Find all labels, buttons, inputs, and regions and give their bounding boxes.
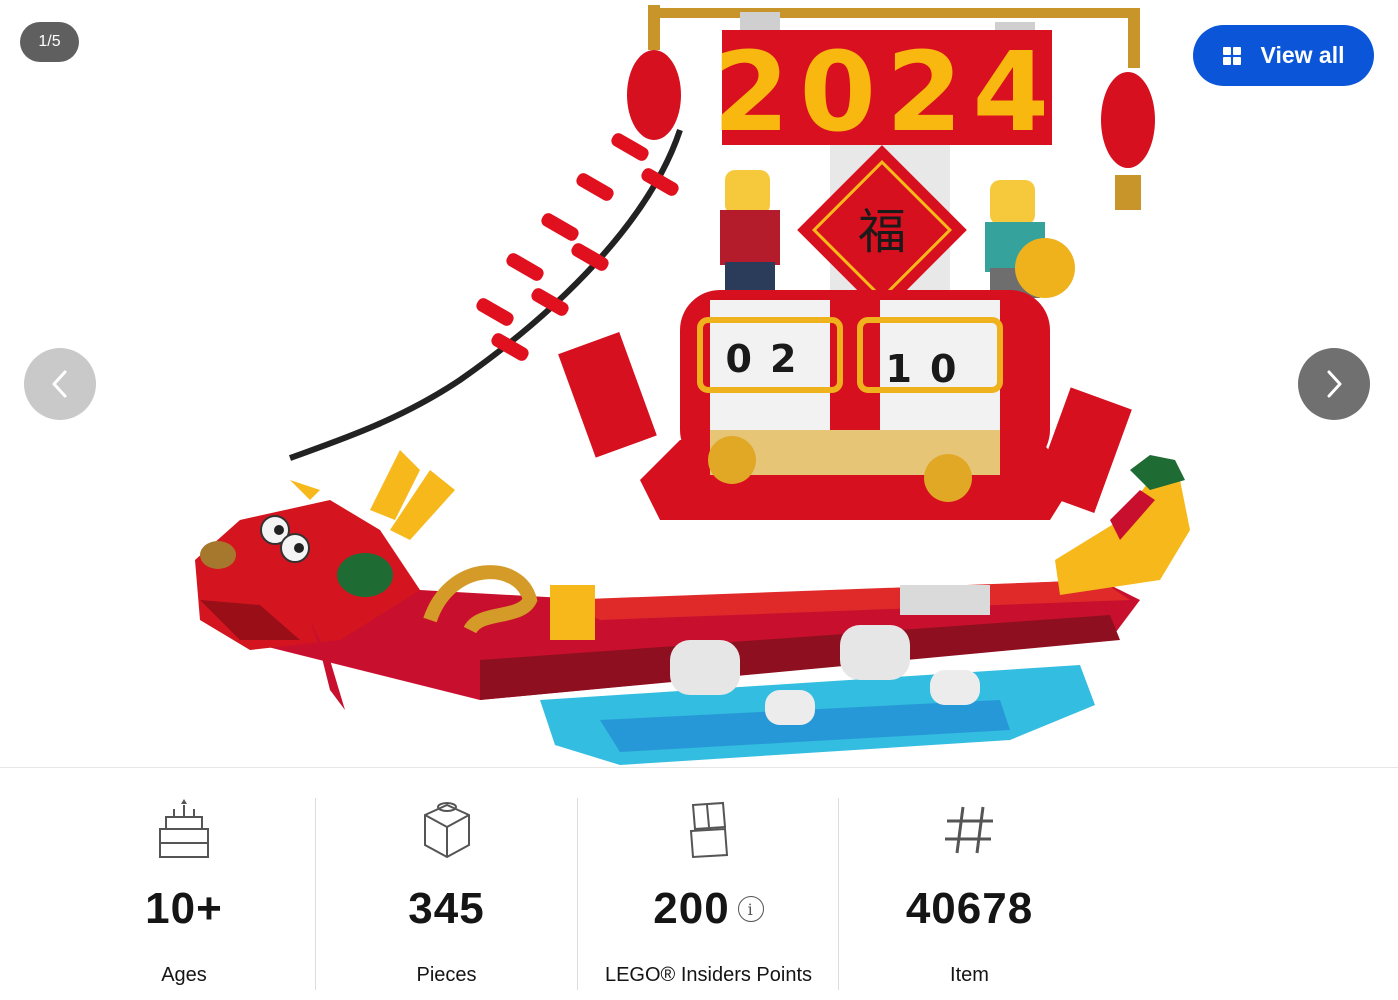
- view-all-button[interactable]: View all: [1193, 25, 1374, 86]
- product-image[interactable]: 2024 福 02 10: [0, 0, 1398, 768]
- next-image-button[interactable]: [1298, 348, 1370, 420]
- chevron-left-icon: [52, 370, 67, 398]
- chevron-right-icon: [1327, 370, 1342, 398]
- image-counter: 1/5: [20, 22, 79, 62]
- product-specs: 10+ Ages 345 Pieces 200 i LEGO® Insiders…: [0, 768, 1398, 1000]
- insiders-points-value: 200 i: [653, 884, 764, 934]
- spec-ages: 10+ Ages: [53, 798, 315, 990]
- view-all-label: View all: [1260, 42, 1345, 68]
- pieces-label: Pieces: [416, 964, 477, 986]
- item-value: 40678: [905, 884, 1034, 933]
- drum-right-digits: 10: [886, 347, 975, 391]
- product-image-gallery: 2024 福 02 10 1/5 View all: [0, 0, 1398, 768]
- drum-left-digits: 02: [726, 337, 815, 381]
- spec-pieces: 345 Pieces: [315, 798, 577, 990]
- insiders-points-label: LEGO® Insiders Points: [604, 964, 813, 986]
- grid-icon: [1222, 46, 1241, 65]
- cake-icon: [152, 798, 216, 862]
- ages-label: Ages: [161, 964, 207, 986]
- fu-character: 福: [858, 204, 906, 260]
- spec-item: 40678 Item: [838, 798, 1100, 990]
- hash-icon: [938, 798, 1002, 862]
- item-label: Item: [950, 964, 989, 986]
- info-icon[interactable]: i: [737, 896, 764, 922]
- ages-value: 10+: [145, 884, 223, 933]
- points-number: 200: [653, 884, 730, 933]
- brick-icon: [415, 798, 479, 862]
- insiders-icon: [677, 798, 741, 862]
- spec-insiders-points: 200 i LEGO® Insiders Points: [577, 798, 839, 990]
- banner-2024: 2024: [713, 28, 1059, 156]
- previous-image-button[interactable]: [24, 348, 96, 420]
- pieces-value: 345: [408, 884, 485, 933]
